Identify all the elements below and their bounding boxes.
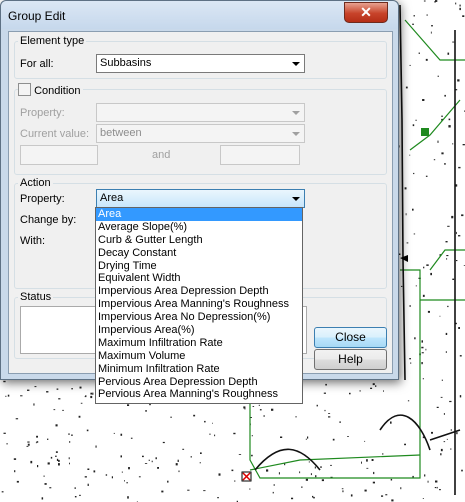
and-label: and [152,149,171,161]
node-marker [421,128,429,136]
dropdown-option[interactable]: Maximum Infiltration Rate [96,337,302,350]
dropdown-option[interactable]: Pervious Area Manning's Roughness [96,388,302,401]
condition-property-label: Property: [20,107,65,119]
condition-property-select[interactable] [96,103,305,122]
property-dropdown-list[interactable]: Area Average Slope(%) Curb & Gutter Length… [95,207,303,404]
with-label: With: [20,235,46,247]
dropdown-option[interactable]: Impervious Area Manning's Roughness [96,298,302,311]
current-value-label: Current value: [20,128,90,140]
dropdown-option[interactable]: Maximum Volume [96,350,302,363]
change-by-label: Change by: [20,214,77,226]
current-value-select[interactable]: between [96,124,305,143]
dropdown-option[interactable]: Decay Constant [96,247,302,260]
dropdown-option[interactable]: Impervious Area No Depression(%) [96,311,302,324]
window-close-button[interactable]: ✕ [344,2,388,23]
for-all-select[interactable]: Subbasins [96,54,305,73]
status-label: Status [18,291,54,303]
chevron-down-icon [292,132,300,136]
for-all-value: Subbasins [100,57,152,69]
dropdown-option[interactable]: Drying Time [96,260,302,273]
dropdown-option[interactable]: Curb & Gutter Length [96,234,302,247]
dropdown-option[interactable]: Impervious Area(%) [96,324,302,337]
dropdown-option[interactable]: Impervious Area Depression Depth [96,285,302,298]
help-button[interactable]: Help [314,349,387,370]
dropdown-option[interactable]: Minimum Infiltration Rate [96,363,302,376]
close-button[interactable]: Close [314,327,387,348]
dropdown-option[interactable]: Pervious Area Depression Depth [96,376,302,389]
element-type-label: Element type [18,35,87,47]
action-property-value: Area [100,192,124,204]
condition-header: Condition [18,83,83,97]
condition-high-input[interactable] [220,145,300,165]
condition-low-input[interactable] [20,145,98,165]
close-icon: ✕ [360,4,372,20]
condition-label: Condition [34,85,81,97]
current-value-value: between [100,127,142,139]
action-label: Action [18,177,53,189]
action-property-label: Property: [20,193,65,205]
chevron-down-icon [292,62,300,66]
chevron-down-icon [292,111,300,115]
dropdown-option[interactable]: Equivalent Width [96,272,302,285]
selected-node-marker [241,471,252,482]
condition-checkbox[interactable] [18,83,31,96]
dropdown-option[interactable]: Average Slope(%) [96,221,302,234]
action-property-select[interactable]: Area [96,189,305,208]
window-title: Group Edit [8,9,66,23]
dropdown-option[interactable]: Area [96,208,302,221]
chevron-down-icon [292,197,300,201]
title-bar[interactable]: Group Edit ✕ [1,1,398,29]
for-all-label: For all: [20,58,54,70]
